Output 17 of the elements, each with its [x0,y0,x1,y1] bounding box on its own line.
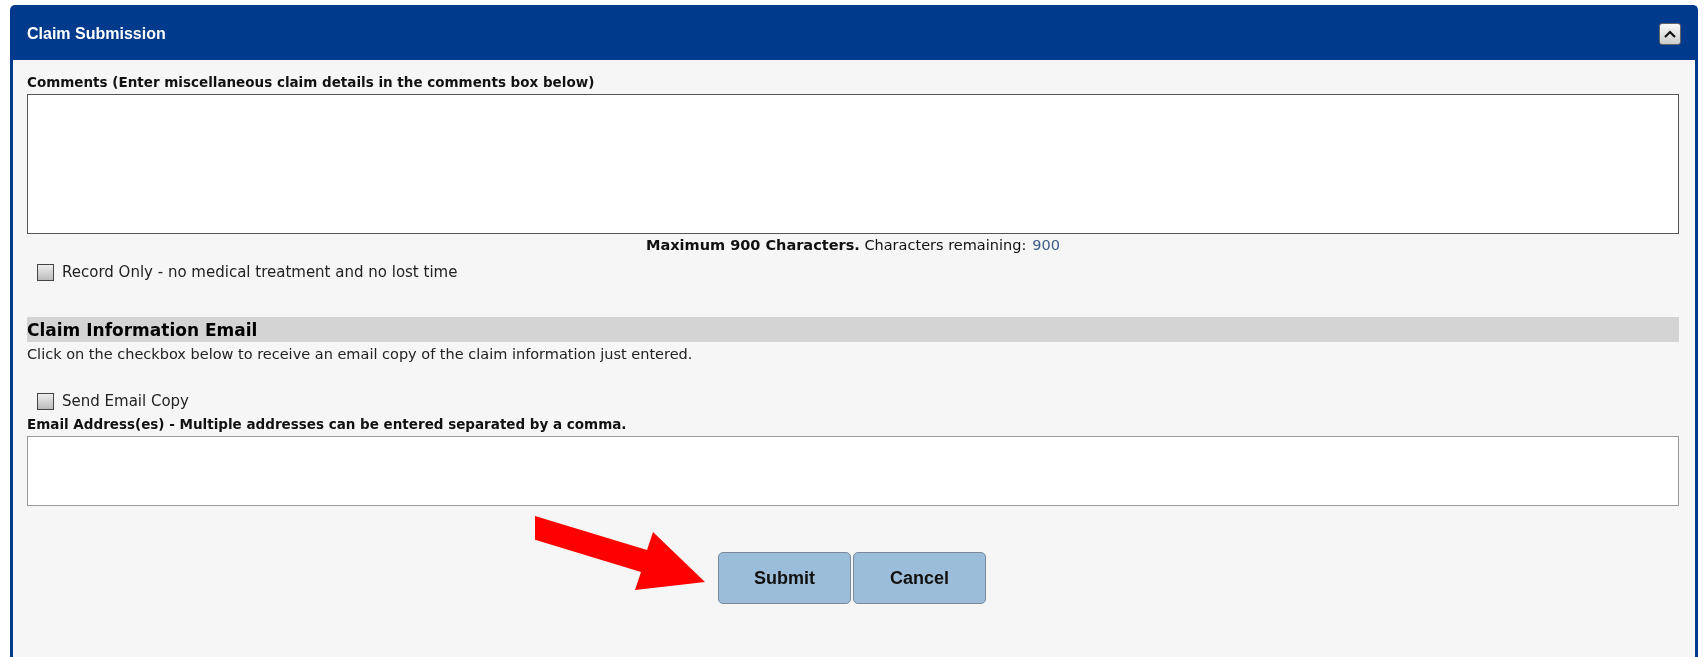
caret-icon [1664,30,1676,38]
email-address-label: Email Address(es) - Multiple addresses can be entered separated by a comma. [27,416,628,432]
cancel-button[interactable]: Cancel [853,552,986,604]
email-address-field[interactable] [27,436,1679,506]
comments-label: Comments (Enter miscellaneous claim details in the comments box below) [27,74,596,90]
character-limit-note: Maximum 900 Characters. Characters remaining: [646,237,1027,253]
email-instructions: Click on the checkbox below to receive an email copy of the claim information just entered. [27,346,694,362]
section-title: Claim Information Email [27,320,258,340]
record-only-label: Record Only - no medical treatment and no lost time [62,263,458,281]
send-email-label: Send Email Copy [62,392,189,410]
send-email-checkbox[interactable] [37,392,54,410]
collapse-button[interactable] [1659,23,1681,45]
panel-title: Claim Submission [27,25,166,43]
characters-remaining-count: 900 [1032,237,1060,253]
submit-button[interactable]: Submit [718,552,851,604]
record-only-checkbox[interactable] [37,263,54,281]
comments-field[interactable] [27,94,1679,234]
